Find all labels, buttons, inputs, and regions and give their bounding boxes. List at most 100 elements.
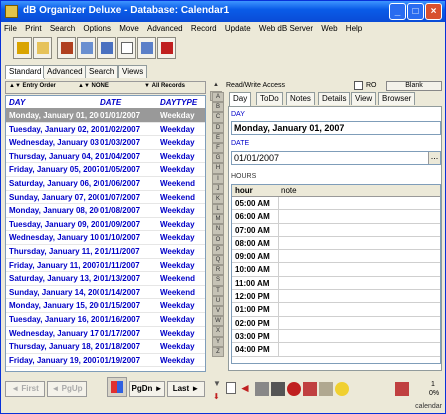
scroll-up-arrow-icon[interactable]: ▲ [210,81,222,91]
calculator-button[interactable] [157,37,176,59]
table-view-button[interactable] [97,37,116,59]
tab-notes[interactable]: Notes [286,92,315,105]
alpha-index-n[interactable]: N [212,224,224,235]
col-header-daytype[interactable]: DAYTYPE [160,98,197,107]
table-row[interactable]: Tuesday, January 02, 2007 01/02/2007 Weekd… [6,123,205,137]
refresh-icon[interactable] [287,382,301,396]
menu-record[interactable]: Record [188,22,220,35]
grid-icon-button[interactable] [107,377,127,397]
menu-help[interactable]: Help [343,22,365,35]
alpha-index-s[interactable]: S [212,275,224,286]
col-header-day[interactable]: DAY [9,98,25,107]
tab-search[interactable]: Search [85,65,119,78]
sort-none-button[interactable]: ▲▼ NONE [78,83,109,89]
table-row[interactable]: Tuesday, January 16, 2007 01/16/2007 Weekd… [6,313,205,327]
alpha-index-i[interactable]: I [212,173,224,184]
tab-view[interactable]: View [351,92,377,105]
menu-advanced[interactable]: Advanced [144,22,186,35]
back-arrow-icon[interactable]: ◄ [239,382,253,396]
menu-web[interactable]: Web [318,22,340,35]
menu-print[interactable]: Print [22,22,44,35]
hour-row[interactable]: 08:00 AM [232,236,440,251]
blank-record-icon[interactable] [226,382,236,394]
title-bar[interactable]: dB Organizer Deluxe - Database: Calendar… [1,1,445,22]
table-row[interactable]: Wednesday, January 10, 200701/10/2007 Wee… [6,231,205,245]
alpha-index-a[interactable]: A [212,92,224,103]
alpha-index-d[interactable]: D [212,122,224,133]
alpha-index-g[interactable]: G [212,153,224,164]
paste-icon[interactable] [319,382,333,396]
pgdn-button[interactable]: PgDn ► [129,381,165,397]
menu-file[interactable]: File [1,22,20,35]
hour-row[interactable]: 09:00 AM [232,250,440,264]
table-row[interactable]: Thursday, January 18, 200701/18/2007 Week… [6,340,205,354]
date-picker-button[interactable]: ... [428,152,440,164]
tab-standard[interactable]: Standard [5,65,46,79]
tab-browser[interactable]: Browser [378,92,416,105]
table-row[interactable]: Saturday, January 06, 200701/06/2007 Week… [6,177,205,191]
report-button[interactable] [137,37,156,59]
alpha-index-t[interactable]: T [212,285,224,296]
hour-row[interactable]: 06:00 AM [232,210,440,224]
col-header-date[interactable]: DATE [100,98,121,107]
open-button[interactable] [33,37,52,59]
alpha-index-b[interactable]: B [212,102,224,113]
hour-row[interactable]: 12:00 PM [232,290,440,304]
hour-row[interactable]: 01:00 PM [232,303,440,317]
hour-row[interactable]: 03:00 PM [232,329,440,344]
pgup-button[interactable]: ◄ PgUp [47,381,87,397]
alpha-index-z[interactable]: Z [212,346,224,357]
table-row[interactable]: Thursday, January 04, 200701/04/2007 Week… [6,150,205,164]
key-button[interactable] [13,37,32,59]
alpha-index-l[interactable]: L [212,204,224,215]
table-row[interactable]: Wednesday, January 17, 200701/17/2007 Wee… [6,327,205,341]
alpha-index-j[interactable]: J [212,183,224,194]
hour-row[interactable]: 07:00 AM [232,223,440,237]
menu-web-db-server[interactable]: Web dB Server [256,22,316,35]
alpha-index-p[interactable]: P [212,244,224,255]
tab-todo[interactable]: ToDo [256,92,283,105]
hours-grid[interactable]: hour note 05:00 AM 06:00 AM 07:00 AM 08:00 … [231,184,441,364]
table-row[interactable]: Saturday, January 13, 200701/13/2007 Week… [6,272,205,286]
form-view-button[interactable] [77,37,96,59]
minimize-button[interactable]: _ [389,3,406,20]
tab-details[interactable]: Details [318,92,351,105]
export-icon[interactable] [395,382,409,396]
last-button[interactable]: Last ► [167,381,205,397]
alpha-index-q[interactable]: Q [212,255,224,266]
menu-move[interactable]: Move [116,22,142,35]
tab-advanced[interactable]: Advanced [43,65,87,78]
table-row[interactable]: Friday, January 11, 2007 01/11/2007 Weekda… [6,259,205,273]
entry-order-button[interactable]: ▲▼ Entry Order [9,83,56,89]
table-row[interactable]: Sunday, January 14, 2007 01/14/2007 Weeken… [6,286,205,300]
hour-row[interactable]: 02:00 PM [232,316,440,330]
tab-day[interactable]: Day [229,92,252,106]
ro-checkbox[interactable] [354,81,363,90]
copy-icon[interactable] [303,382,317,396]
alpha-index-r[interactable]: R [212,265,224,276]
alpha-index-w[interactable]: W [212,316,224,327]
alpha-index-e[interactable]: E [212,132,224,143]
alpha-index-u[interactable]: U [212,295,224,306]
alpha-index-v[interactable]: V [212,305,224,317]
hour-row[interactable]: 04:00 PM [232,343,440,357]
table-row[interactable]: Friday, January 05, 2007 01/05/2007 Weekda… [6,163,205,177]
maximize-button[interactable]: □ [407,3,424,20]
all-records-button[interactable]: ▼ All Records [144,83,185,89]
red-down-arrow-icon[interactable]: ⬇ [213,392,220,401]
alpha-index-m[interactable]: M [212,214,224,225]
table-row[interactable]: Wednesday, January 03, 200701/03/2007 Wee… [6,136,205,150]
alpha-index-x[interactable]: X [212,326,224,337]
close-button[interactable]: × [425,3,442,20]
alpha-index-c[interactable]: C [212,112,224,123]
records-grid[interactable]: DAY DATE DAYTYPE Monday, January 01, 200… [5,95,206,372]
first-button[interactable]: ◄ First [5,381,45,397]
hour-row[interactable]: 10:00 AM [232,263,440,277]
alpha-index-h[interactable]: H [212,163,224,174]
table-row[interactable]: Sunday, January 07, 2007 01/07/2007 Weeken… [6,191,205,205]
trash-icon[interactable] [271,382,285,396]
table-row[interactable]: Monday, January 15, 2007 01/15/2007 Weekda… [6,299,205,313]
table-row[interactable]: Tuesday, January 09, 2007 01/09/2007 Weekd… [6,218,205,232]
alpha-index-f[interactable]: F [212,142,224,154]
table-row[interactable]: Thursday, January 11, 200701/11/2007 Week… [6,245,205,259]
